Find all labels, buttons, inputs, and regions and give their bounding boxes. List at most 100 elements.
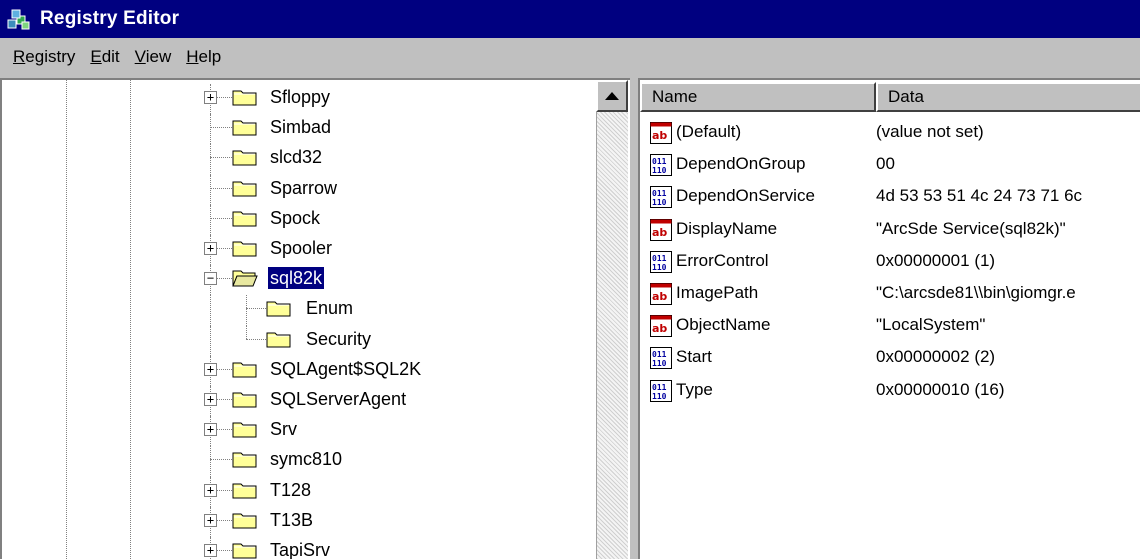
value-name: DependOnService xyxy=(676,186,815,206)
tree-item-simbad[interactable]: Simbad xyxy=(2,114,592,145)
value-row[interactable]: 011 110 Type 0x00000010 (16) xyxy=(640,376,1140,408)
binary-value-icon: 011110 xyxy=(650,250,672,273)
svg-text:110: 110 xyxy=(652,392,667,401)
menu-view[interactable]: View xyxy=(128,43,180,71)
tree-item-spock[interactable]: Spock xyxy=(2,204,592,235)
value-data: "C:\arcsde81\\bin\giomgr.e xyxy=(876,283,1076,302)
svg-text:011: 011 xyxy=(652,254,667,263)
menu-registry[interactable]: Registry xyxy=(6,43,83,71)
tree-item-sfloppy[interactable]: + Sfloppy xyxy=(2,84,592,115)
value-row[interactable]: ab ImagePath "C:\arcsde81\\bin\giomgr.e xyxy=(640,279,1140,311)
tree-guide-line xyxy=(210,114,211,145)
tree-guide-line xyxy=(210,446,211,477)
tree-item-spooler[interactable]: + Spooler xyxy=(2,235,592,266)
tree-item-label: Spooler xyxy=(270,238,333,258)
value-data: 0x00000002 (2) xyxy=(876,347,996,367)
value-row[interactable]: 011 110 Start 0x00000002 (2) xyxy=(640,343,1140,375)
tree-guide-line xyxy=(210,127,232,129)
up-arrow-icon xyxy=(605,92,619,100)
folder-icon xyxy=(266,301,291,317)
value-name: Type xyxy=(676,379,713,399)
tree-guide-line xyxy=(210,157,232,159)
tree-item-label: TapiSrv xyxy=(270,540,331,559)
expand-icon[interactable]: + xyxy=(204,242,217,255)
value-name: DependOnGroup xyxy=(676,154,806,174)
expand-icon[interactable]: + xyxy=(204,483,217,497)
tree-item-enum[interactable]: Enum xyxy=(2,295,592,326)
tree-guide-line xyxy=(210,459,232,461)
tree-guide-line xyxy=(210,187,232,189)
menu-edit[interactable]: Edit xyxy=(83,43,127,71)
tree-item-label: slcd32 xyxy=(270,147,323,168)
svg-text:110: 110 xyxy=(652,263,667,272)
value-data: 00 xyxy=(876,154,895,174)
column-header-data[interactable]: Data xyxy=(876,82,1140,112)
tree-guide-line xyxy=(210,204,211,235)
tree-item-sqlagent-sql2k[interactable]: + SQLAgent$SQL2K xyxy=(2,355,592,386)
tree-item-sparrow[interactable]: Sparrow xyxy=(2,174,592,205)
folder-icon xyxy=(232,241,257,257)
svg-text:011: 011 xyxy=(652,350,667,359)
expand-icon[interactable]: + xyxy=(204,423,217,437)
binary-value-icon: 011110 xyxy=(650,379,672,402)
svg-text:110: 110 xyxy=(652,166,667,175)
tree-item-slcd32[interactable]: slcd32 xyxy=(2,144,592,175)
value-name: ErrorControl xyxy=(676,250,769,270)
expand-icon[interactable]: + xyxy=(204,513,217,527)
tree-guide-line xyxy=(246,325,247,339)
menu-help[interactable]: Help xyxy=(179,43,229,71)
binary-value-icon: 011110 xyxy=(650,347,672,370)
collapse-icon[interactable]: − xyxy=(204,272,217,286)
folder-icon xyxy=(232,211,257,227)
expand-icon[interactable]: + xyxy=(204,362,217,376)
value-data: 4d 53 53 51 4c 24 73 71 6c xyxy=(876,186,1083,206)
tree-item-label: sql82k xyxy=(266,266,326,291)
expand-icon[interactable]: + xyxy=(204,91,217,104)
expand-icon[interactable]: + xyxy=(204,393,217,406)
tree-item-sqlserveragent[interactable]: + SQLServerAgent xyxy=(2,386,592,417)
value-data: 0x00000001 (1) xyxy=(876,250,996,270)
key-tree-pane[interactable]: + Sfloppy Simbad slcd32 Sparrow Spock + Spooler… xyxy=(0,78,630,559)
tree-item-sql82k[interactable]: − sql82k xyxy=(2,265,592,296)
svg-text:ab: ab xyxy=(652,322,667,335)
string-value-icon: ab xyxy=(650,218,672,241)
value-data: "ArcSde Service(sql82k)" xyxy=(876,218,1066,238)
pane-splitter[interactable] xyxy=(630,78,638,559)
title-bar[interactable]: Registry Editor xyxy=(0,0,1140,38)
tree-guide-line xyxy=(210,295,211,326)
tree-item-label: Spock xyxy=(270,207,321,228)
folder-icon xyxy=(266,332,291,348)
folder-icon xyxy=(232,362,257,378)
value-row[interactable]: 011 110 ErrorControl 0x00000001 (1) xyxy=(640,247,1140,279)
svg-text:110: 110 xyxy=(652,359,667,368)
folder-icon xyxy=(232,150,257,166)
value-name: (Default) xyxy=(676,122,742,141)
tree-item-security[interactable]: Security xyxy=(2,325,592,356)
tree-item-label: Security xyxy=(306,328,372,349)
column-header-name[interactable]: Name xyxy=(640,82,876,112)
tree-item-t13b[interactable]: + T13B xyxy=(2,506,592,537)
scroll-up-button[interactable] xyxy=(596,80,628,112)
tree-item-symc810[interactable]: symc810 xyxy=(2,446,592,477)
values-list-pane[interactable]: Name Data ab (Default) (value not set) 011 1… xyxy=(638,78,1140,559)
value-row[interactable]: ab DisplayName "ArcSde Service(sql82k)" xyxy=(640,215,1140,247)
expand-icon[interactable]: + xyxy=(204,544,217,557)
folder-icon xyxy=(232,452,257,468)
tree-item-tapisrv[interactable]: + TapiSrv xyxy=(2,537,592,559)
value-data: "LocalSystem" xyxy=(876,315,986,335)
value-data: 0x00000010 (16) xyxy=(876,379,1005,399)
tree-vertical-scrollbar[interactable] xyxy=(596,80,628,559)
value-row[interactable]: ab (Default) (value not set) xyxy=(640,118,1140,150)
value-row[interactable]: ab ObjectName "LocalSystem" xyxy=(640,311,1140,343)
tree-guide-line xyxy=(210,174,211,205)
value-row[interactable]: 011 110 DependOnGroup 00 xyxy=(640,150,1140,182)
tree-item-t128[interactable]: + T128 xyxy=(2,476,592,507)
tree-item-label: Sparrow xyxy=(270,177,338,198)
tree-item-srv[interactable]: + Srv xyxy=(2,416,592,447)
tree-guide-line xyxy=(246,338,266,340)
folder-icon xyxy=(232,90,257,106)
value-row[interactable]: 011 110 DependOnService 4d 53 53 51 4c 24 7… xyxy=(640,182,1140,214)
tree-item-label: SQLAgent$SQL2K xyxy=(270,358,422,379)
svg-text:ab: ab xyxy=(652,290,667,303)
tree-item-label: Sfloppy xyxy=(270,87,331,107)
